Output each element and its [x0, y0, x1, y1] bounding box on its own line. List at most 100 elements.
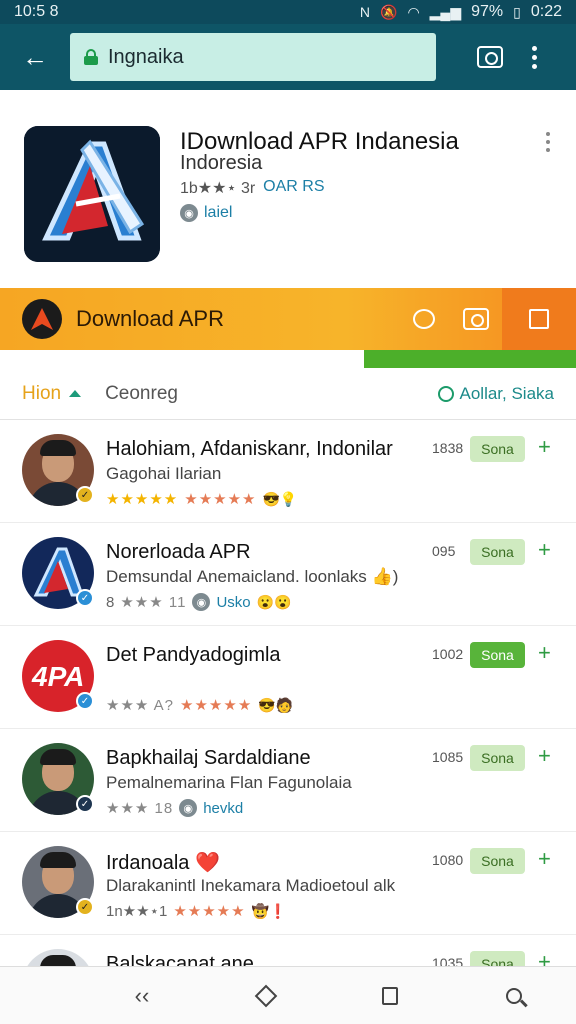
- bookmarks-nav-button[interactable]: [370, 976, 410, 1016]
- battery-percent: 97%: [471, 3, 504, 20]
- status-badge[interactable]: Sona: [470, 436, 525, 462]
- chat-icon: [413, 309, 435, 329]
- status-badge[interactable]: Sona: [470, 848, 525, 874]
- header-more-icon[interactable]: [538, 132, 558, 162]
- list-item-link[interactable]: hevkd: [203, 800, 243, 817]
- list-item[interactable]: ✓ Irdanoala ❤️ Dlarakanintl Inekamara Ma…: [0, 832, 576, 935]
- app-rating-link[interactable]: OAR RS: [263, 178, 324, 198]
- app-logo[interactable]: [24, 126, 160, 262]
- bookmark-icon: [382, 986, 398, 1005]
- edit-icon: [529, 309, 549, 329]
- language-label: Aollar, Siaka: [459, 383, 555, 403]
- rating-prefix: 1n★★⋆1: [106, 903, 168, 920]
- banner-logo-icon: [22, 299, 62, 339]
- app-header: IDownload APR Indanesia Indoresia 1b★★⋆ …: [0, 90, 576, 288]
- list-item-title: Det Pandyadogimla: [106, 644, 281, 666]
- add-icon[interactable]: +: [538, 640, 551, 666]
- list-item[interactable]: 4PA ✓ Det Pandyadogimla ★★★ A? ★★★★★ 😎🧑 …: [0, 626, 576, 729]
- home-nav-button[interactable]: [246, 976, 286, 1016]
- signal-icon: ▂▄▆: [429, 3, 462, 20]
- top-app-bar: ← Ingnaika: [0, 24, 576, 90]
- verified-badge-icon: ✓: [76, 692, 94, 710]
- emoji-reactions: 😎🧑: [258, 696, 294, 713]
- share-button[interactable]: [450, 288, 502, 350]
- camera-button[interactable]: [466, 33, 514, 81]
- status-badge[interactable]: Sona: [470, 539, 525, 565]
- list-item-title: Halohiam, Afdaniskanr, Indonilar: [106, 438, 393, 460]
- app-tag-label: laiel: [204, 204, 233, 221]
- url-text: Ingnaika: [108, 45, 184, 68]
- url-field[interactable]: Ingnaika: [70, 33, 436, 81]
- tab-arrow-icon: [69, 390, 82, 397]
- nfc-icon: N: [359, 4, 370, 20]
- search-nav-button[interactable]: [494, 976, 534, 1016]
- lock-icon: [84, 49, 98, 65]
- list-item-count: 1085: [432, 749, 464, 765]
- share-camera-icon: [463, 308, 489, 330]
- status-badge[interactable]: Sona: [470, 745, 525, 771]
- list-item[interactable]: ✓ Halohiam, Afdaniskanr, Indonilar Gagoh…: [0, 420, 576, 523]
- tag-icon: ◉: [192, 593, 211, 611]
- list-item[interactable]: ✓ Bapkhailaj Sardaldiane Pemalnemarina F…: [0, 729, 576, 832]
- list-item-title: Norerloada APR: [106, 541, 251, 563]
- add-icon[interactable]: +: [538, 537, 551, 563]
- download-banner: Download APR: [0, 288, 576, 350]
- list-item-count: 095: [432, 543, 456, 559]
- globe-icon: [437, 385, 454, 402]
- status-badge[interactable]: Sona: [470, 642, 525, 668]
- list-item-meta: ★★★ 18 ◉ hevkd: [106, 799, 243, 817]
- language-selector[interactable]: Aollar, Siaka: [437, 383, 555, 404]
- status-time-left: 10:5 8: [14, 3, 59, 20]
- more-options-icon[interactable]: [514, 33, 554, 81]
- status-time-right: 0:22: [530, 3, 562, 20]
- list-item-subtitle: Pemalnemarina Flan Fagunolaia: [106, 773, 352, 792]
- add-icon[interactable]: +: [538, 743, 551, 769]
- tab-bar: Hion Ceonreg Aollar, Siaka: [0, 368, 576, 420]
- wifi-icon: ◠: [407, 3, 420, 20]
- progress-strip: [364, 350, 576, 368]
- rating-stars: ★★★ 11: [120, 594, 187, 611]
- battery-icon: ▯: [513, 3, 521, 20]
- app-rating-meta: 1b★★⋆ 3r OAR RS: [180, 178, 325, 198]
- bottom-nav: ‹‹: [0, 966, 576, 1024]
- rating-stars: ★★★★★: [106, 491, 179, 508]
- camera-icon: [477, 46, 503, 68]
- list-item-subtitle: Gagohai Ilarian: [106, 464, 222, 483]
- tag-icon: ◉: [180, 204, 198, 222]
- list-item-count: 1080: [432, 852, 464, 868]
- edit-button[interactable]: [502, 288, 576, 350]
- list-item-subtitle: Dlarakanintl Inekamara Madioetoul alk: [106, 876, 396, 895]
- list-item-meta: ★★★★★ ★★★★★ 😎💡: [106, 490, 298, 509]
- back-nav-icon[interactable]: ‹‹: [122, 976, 162, 1016]
- list-item-link[interactable]: Usko: [216, 594, 250, 611]
- verified-badge-icon: ✓: [76, 486, 94, 504]
- emoji-reactions: 😎💡: [262, 490, 298, 507]
- app-rating: 1b★★⋆ 3r: [180, 180, 256, 197]
- app-tag[interactable]: ◉ laiel: [180, 204, 232, 222]
- list-item-meta: 1n★★⋆1 ★★★★★ 🤠❗: [106, 902, 286, 921]
- list-item-count: 1838: [432, 440, 464, 456]
- home-diamond-icon: [254, 984, 278, 1007]
- tab-ceonreg[interactable]: Ceonreg: [105, 383, 178, 405]
- verified-badge-icon: ✓: [76, 589, 94, 607]
- banner-title: Download APR: [76, 306, 224, 331]
- result-list: ✓ Halohiam, Afdaniskanr, Indonilar Gagoh…: [0, 420, 576, 1024]
- list-item-meta: 8 ★★★ 11 ◉ Usko 😮😮: [106, 593, 292, 611]
- add-icon[interactable]: +: [538, 846, 551, 872]
- rating-stars-secondary: ★★★★★: [180, 697, 253, 714]
- chat-button[interactable]: [398, 288, 450, 350]
- add-icon[interactable]: +: [538, 434, 551, 460]
- rating-stars: ★★★ A?: [106, 697, 175, 714]
- back-arrow-icon[interactable]: ←: [0, 24, 70, 90]
- verified-badge-icon: ✓: [76, 795, 94, 813]
- list-item-title: Bapkhailaj Sardaldiane: [106, 747, 311, 769]
- app-subtitle: Indoresia: [180, 152, 263, 174]
- list-item[interactable]: ✓ Norerloada APR Demsundal Anemaicland. …: [0, 523, 576, 626]
- status-bar: 10:5 8 N 🔕 ◠ ▂▄▆ 97% ▯ 0:22: [0, 0, 576, 24]
- rating-stars: ★★★ 18: [106, 800, 174, 817]
- tag-icon: ◉: [179, 799, 198, 817]
- emoji-reactions: 😮😮: [256, 593, 292, 610]
- list-item-meta: ★★★ A? ★★★★★ 😎🧑: [106, 696, 294, 715]
- verified-badge-icon: ✓: [76, 898, 94, 916]
- tab-hion[interactable]: Hion: [22, 383, 82, 405]
